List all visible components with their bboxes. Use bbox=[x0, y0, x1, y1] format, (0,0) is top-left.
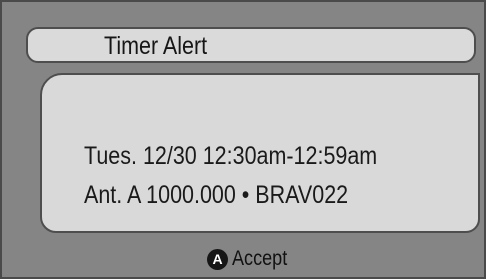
dialog-title-bar: Timer Alert bbox=[26, 27, 476, 63]
timer-schedule-text: Tues. 12/30 12:30am-12:59am bbox=[84, 142, 378, 170]
a-button-icon: A bbox=[207, 248, 228, 270]
accept-button[interactable]: A Accept bbox=[207, 246, 296, 272]
accept-label: Accept bbox=[232, 247, 288, 270]
message-panel: Tues. 12/30 12:30am-12:59am Ant. A 1000.… bbox=[40, 73, 480, 233]
dialog-title: Timer Alert bbox=[104, 32, 208, 60]
timer-channel-text: Ant. A 1000.000 • BRAV022 bbox=[84, 181, 349, 209]
timer-alert-dialog: Timer Alert Tues. 12/30 12:30am-12:59am … bbox=[0, 0, 486, 279]
